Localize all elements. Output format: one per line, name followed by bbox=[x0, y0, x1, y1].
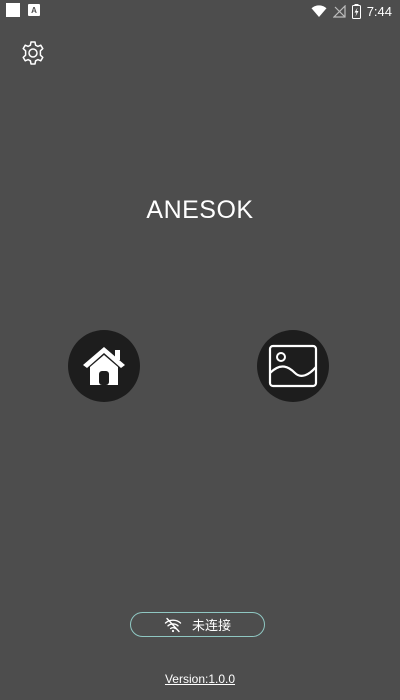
gallery-icon bbox=[268, 344, 318, 388]
version-link[interactable]: Version:1.0.0 bbox=[0, 672, 400, 686]
status-time: 7:44 bbox=[366, 3, 392, 19]
wifi-icon bbox=[311, 4, 327, 17]
home-button[interactable] bbox=[68, 330, 140, 402]
settings-button[interactable] bbox=[19, 39, 47, 67]
gallery-button[interactable] bbox=[257, 330, 329, 402]
gear-icon bbox=[22, 41, 44, 65]
app-title: ANESOK bbox=[146, 196, 254, 224]
battery-charging-icon bbox=[351, 3, 361, 19]
wifi-off-icon bbox=[164, 617, 182, 632]
status-bar: A 7:44 bbox=[0, 0, 400, 22]
connection-status-text: 未连接 bbox=[191, 618, 231, 633]
connection-status[interactable]: 未连接 bbox=[130, 612, 265, 637]
app-notification-icon: A bbox=[28, 4, 40, 16]
white-square-icon bbox=[6, 3, 20, 17]
no-signal-icon bbox=[332, 4, 346, 18]
home-icon bbox=[83, 347, 125, 385]
